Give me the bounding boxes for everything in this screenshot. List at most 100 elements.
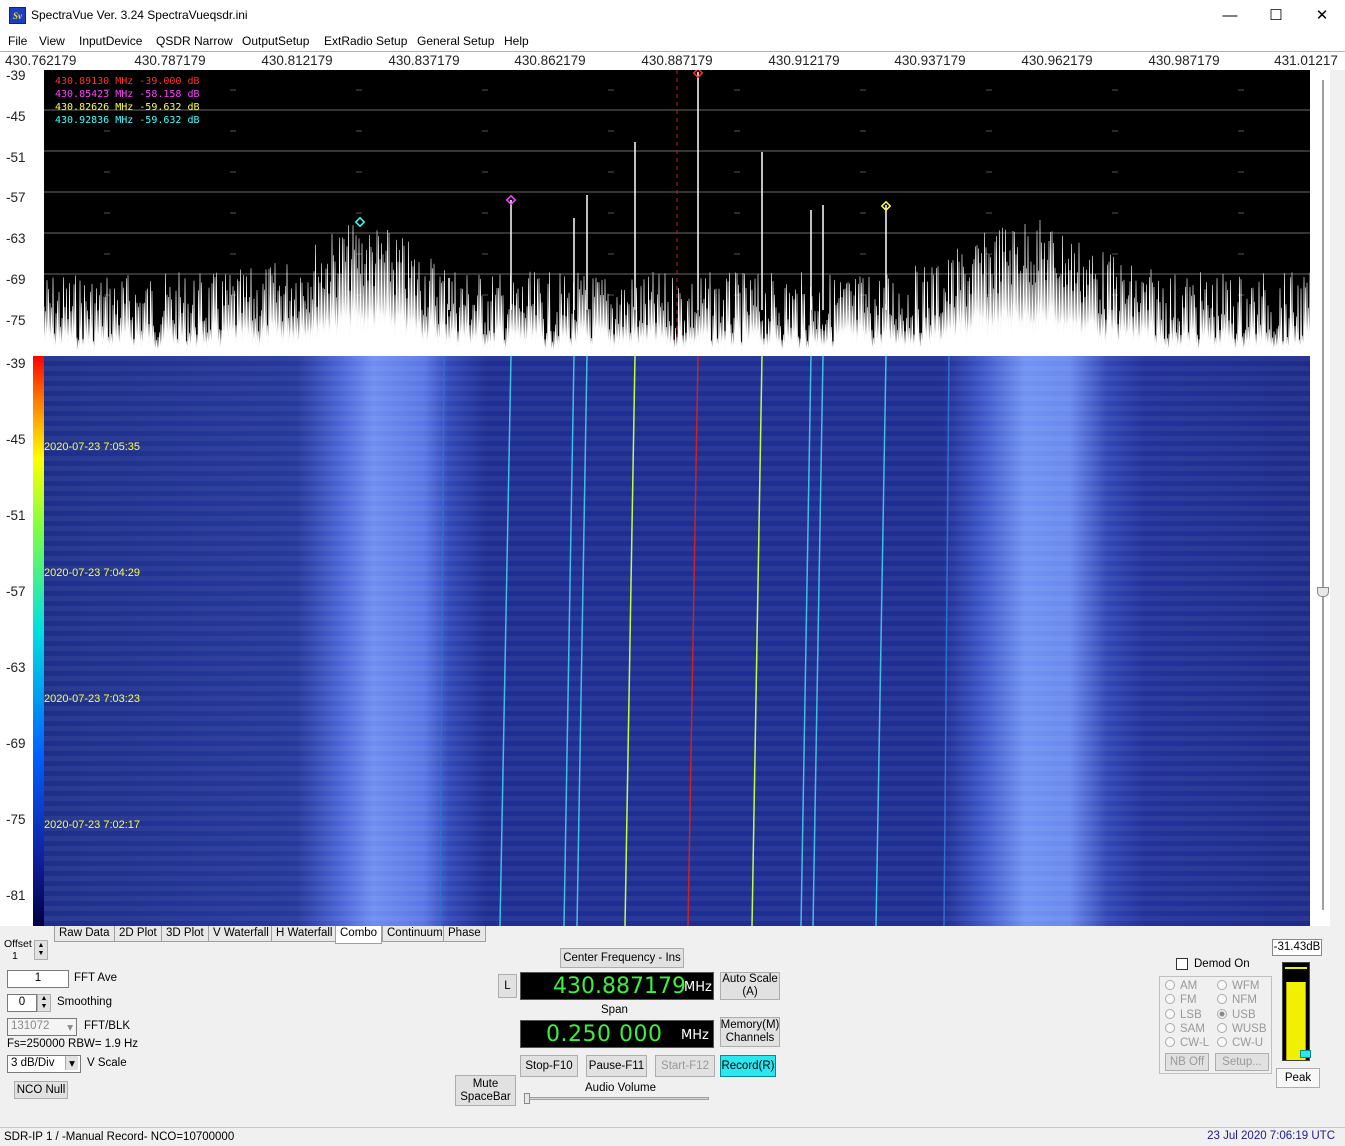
- spectrum-y-tick: -69: [6, 272, 26, 287]
- waterfall-y-tick: -57: [6, 584, 26, 599]
- pause-button[interactable]: Pause-F11: [586, 1055, 647, 1077]
- mode-lsb-radio[interactable]: LSB: [1165, 1009, 1202, 1021]
- menu-qsdr-narrow[interactable]: QSDR Narrow: [156, 34, 233, 48]
- menu-outputsetup[interactable]: OutputSetup: [242, 34, 309, 48]
- fft-blk-select[interactable]: 131072 ▾: [7, 1018, 77, 1036]
- spectrum-trace[interactable]: [44, 70, 1310, 356]
- menu-file[interactable]: File: [8, 34, 27, 48]
- demod-on-checkbox[interactable]: [1176, 958, 1188, 970]
- signal-level-readout: -31.43dB: [1272, 939, 1322, 956]
- frequency-display[interactable]: 430.887179 MHz: [520, 972, 714, 1000]
- fft-ave-input[interactable]: 1: [7, 970, 69, 988]
- maximize-button[interactable]: ☐: [1253, 0, 1299, 31]
- freq-tick: 430.762179: [5, 53, 77, 68]
- title-bar: Sv SpectraVue Ver. 3.24 SpectraVueqsdr.i…: [0, 0, 1345, 31]
- marker-readout-2: 430.85423 MHz -58.158 dB: [55, 89, 200, 100]
- span-unit: MHz: [681, 1028, 709, 1043]
- setup-button[interactable]: Setup...: [1215, 1053, 1269, 1071]
- menu-view[interactable]: View: [39, 34, 65, 48]
- menu-help[interactable]: Help: [504, 34, 529, 48]
- freq-tick: 430.812179: [261, 53, 333, 68]
- menu-general-setup[interactable]: General Setup: [417, 34, 494, 48]
- tab-v-waterfall[interactable]: V Waterfall: [208, 926, 274, 942]
- window-title: SpectraVue Ver. 3.24 SpectraVueqsdr.ini: [31, 8, 248, 22]
- menu-inputdevice[interactable]: InputDevice: [79, 34, 142, 48]
- mode-cw-u-radio[interactable]: CW-U: [1217, 1037, 1263, 1049]
- mute-button[interactable]: Mute SpaceBar: [455, 1075, 516, 1106]
- audio-volume-thumb[interactable]: [524, 1093, 530, 1104]
- offset-label: Offset: [4, 938, 32, 950]
- close-button[interactable]: ✕: [1299, 0, 1345, 31]
- mode-nfm-radio[interactable]: NFM: [1217, 994, 1257, 1006]
- waterfall-timestamp: 2020-07-23 7:05:35: [44, 441, 141, 453]
- nco-null-button[interactable]: NCO Null: [14, 1081, 68, 1099]
- tab-continuum[interactable]: Continuum: [382, 926, 448, 942]
- waterfall-y-tick: -39: [6, 356, 26, 371]
- meter-indicator: [1300, 1050, 1311, 1058]
- vscale-label: V Scale: [87, 1057, 127, 1069]
- scrollbar-thumb[interactable]: [1317, 587, 1329, 597]
- freq-tick: 430.862179: [514, 53, 586, 68]
- tab-combo[interactable]: Combo: [335, 926, 383, 944]
- audio-volume-slider[interactable]: [526, 1097, 709, 1100]
- l-button[interactable]: L: [498, 974, 517, 998]
- waterfall-y-tick: -63: [6, 660, 26, 675]
- waterfall-image[interactable]: [44, 356, 1310, 926]
- spectrum-plot[interactable]: -39 -45 -51 -57 -63 -69 -75 430.89130 MH…: [0, 68, 1330, 356]
- start-button[interactable]: Start-F12: [655, 1055, 715, 1077]
- mode-sam-radio[interactable]: SAM: [1165, 1023, 1205, 1035]
- chevron-down-icon: ▾: [67, 1022, 73, 1034]
- stop-button[interactable]: Stop-F10: [520, 1055, 578, 1077]
- smoothing-label: Smoothing: [57, 996, 112, 1008]
- waterfall-colorbar: [33, 356, 44, 926]
- fft-ave-label: FFT Ave: [74, 972, 118, 984]
- memory-channels-button[interactable]: Memory(M) Channels: [720, 1017, 780, 1047]
- auto-scale-button[interactable]: Auto Scale (A): [720, 972, 780, 1000]
- mode-fm-radio[interactable]: FM: [1165, 994, 1197, 1006]
- mode-am-radio[interactable]: AM: [1165, 980, 1197, 992]
- status-bar: SDR-IP 1 / -Manual Record- NCO=10700000 …: [0, 1127, 1345, 1146]
- tab-3d-plot[interactable]: 3D Plot: [161, 926, 209, 942]
- menu-extradio-setup[interactable]: ExtRadio Setup: [324, 34, 407, 48]
- tab-2d-plot[interactable]: 2D Plot: [114, 926, 162, 942]
- vscale-select[interactable]: 3 dB/Div ▾: [7, 1055, 81, 1073]
- marker-readout-3: 430.82626 MHz -59.632 dB: [55, 102, 200, 113]
- span-label: Span: [601, 1004, 628, 1016]
- spectrum-y-tick: -39: [6, 68, 26, 83]
- waterfall-y-tick: -51: [6, 508, 26, 523]
- fs-rbw-readout: Fs=250000 RBW= 1.9 Hz: [7, 1038, 139, 1050]
- app-icon[interactable]: Sv: [9, 7, 26, 24]
- status-time: 23 Jul 2020 7:06:19 UTC: [1207, 1130, 1335, 1142]
- mode-wusb-radio[interactable]: WUSB: [1217, 1023, 1267, 1035]
- waterfall-y-tick: -45: [6, 432, 26, 447]
- audio-volume-label: Audio Volume: [585, 1082, 656, 1094]
- span-display[interactable]: 0.250 000 MHz: [520, 1020, 714, 1048]
- freq-tick: 430.837179: [388, 53, 460, 68]
- tab-h-waterfall[interactable]: H Waterfall: [271, 926, 338, 942]
- tab-phase[interactable]: Phase: [443, 926, 486, 942]
- smoothing-spinner[interactable]: ▲ ▼: [37, 994, 51, 1012]
- peak-button[interactable]: Peak: [1276, 1068, 1320, 1088]
- spectrum-y-tick: -51: [6, 150, 26, 165]
- spectrum-y-tick: -57: [6, 190, 26, 205]
- display-scrollbar[interactable]: [1315, 70, 1330, 926]
- chevron-down-icon: ▾: [65, 1056, 78, 1070]
- scrollbar-track: [1322, 80, 1324, 910]
- marker-readout-1: 430.89130 MHz -39.000 dB: [55, 76, 200, 87]
- offset-spinner[interactable]: ▲ ▼: [34, 940, 48, 960]
- center-frequency-button[interactable]: Center Frequency - Ins: [560, 948, 684, 968]
- waterfall-plot[interactable]: -39 -45 -51 -57 -63 -69 -75 -81 2020-07-…: [0, 356, 1330, 926]
- frequency-axis: 430.762179 430.787179 430.812179 430.837…: [0, 51, 1345, 70]
- tab-raw-data[interactable]: Raw Data: [54, 926, 115, 942]
- waterfall-timestamp: 2020-07-23 7:03:23: [44, 693, 141, 705]
- mode-cw-l-radio[interactable]: CW-L: [1165, 1037, 1209, 1049]
- freq-tick: 430.787179: [134, 53, 206, 68]
- mode-wfm-radio[interactable]: WFM: [1217, 980, 1259, 992]
- freq-tick: 430.962179: [1021, 53, 1093, 68]
- minimize-button[interactable]: —: [1207, 0, 1253, 31]
- nb-off-button[interactable]: NB Off: [1165, 1053, 1209, 1071]
- record-button[interactable]: Record(R): [720, 1055, 776, 1077]
- mode-usb-radio[interactable]: USB: [1217, 1009, 1256, 1021]
- smoothing-input[interactable]: 0: [7, 994, 37, 1012]
- spectrum-y-tick: -45: [6, 109, 26, 124]
